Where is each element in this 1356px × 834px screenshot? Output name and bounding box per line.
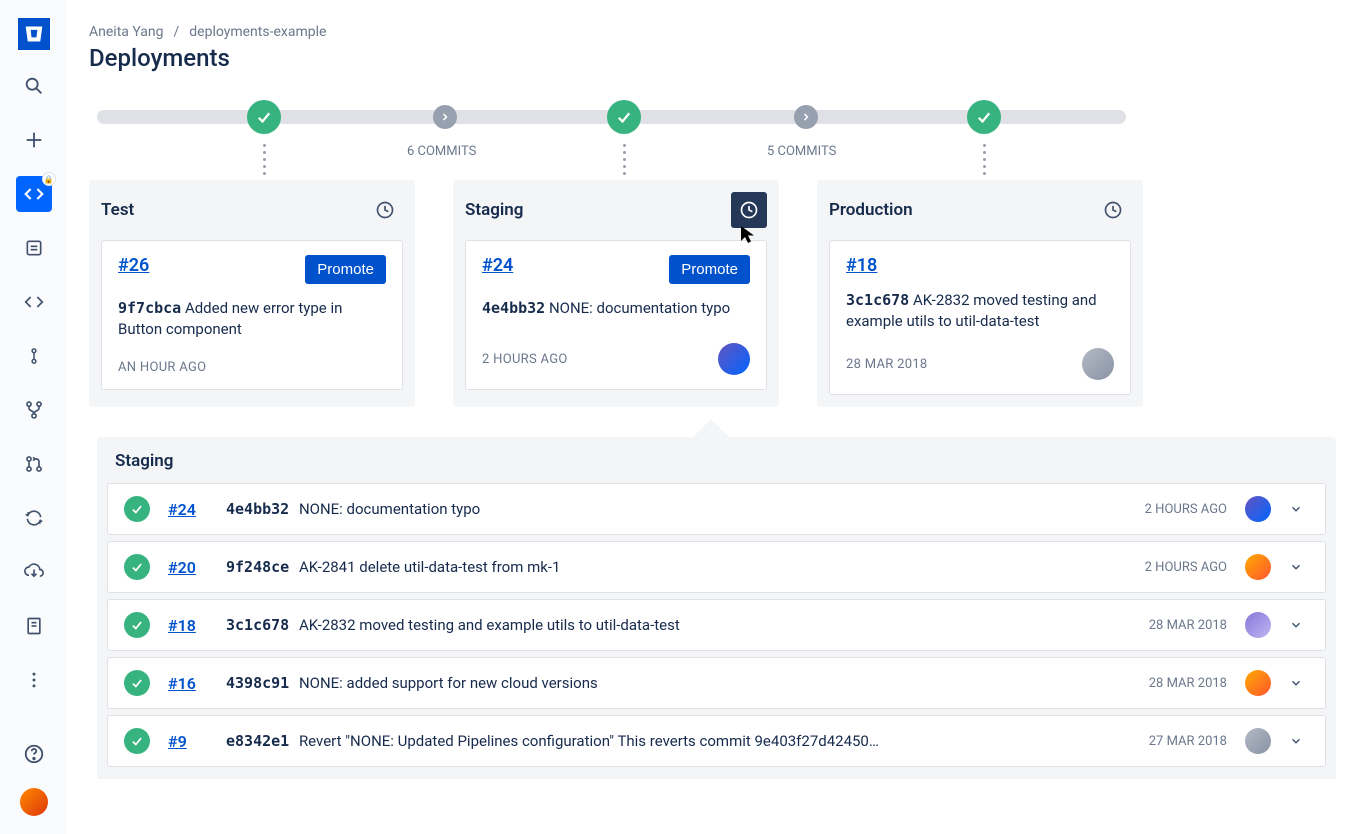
expand-chevron-icon[interactable]: [1289, 618, 1309, 632]
build-number-link[interactable]: #9: [168, 732, 208, 751]
create-icon[interactable]: [16, 122, 52, 158]
deploy-time: 28 MAR 2018: [846, 357, 928, 372]
author-avatar[interactable]: [1245, 612, 1271, 638]
deploy-time: AN HOUR AGO: [118, 360, 206, 375]
author-avatar[interactable]: [1245, 554, 1271, 580]
build-number-link[interactable]: #18: [846, 255, 877, 276]
deploy-time: 2 HOURS AGO: [1145, 560, 1227, 575]
author-avatar[interactable]: [1082, 348, 1114, 380]
commits-count-label: 6 COMMITS: [407, 144, 476, 159]
source-icon[interactable]: 🔒: [16, 176, 52, 212]
deploy-time: 28 MAR 2018: [1149, 618, 1227, 633]
status-success-icon: [124, 612, 150, 638]
build-number-link[interactable]: #18: [168, 616, 208, 635]
commit-hash: 4398c91: [226, 674, 289, 692]
branches-icon[interactable]: [16, 338, 52, 374]
deployment-pipeline: 6 COMMITS 5 COMMITS: [97, 100, 1336, 180]
expand-chevron-icon[interactable]: [1289, 560, 1309, 574]
pipeline-node-test[interactable]: [247, 100, 281, 134]
commit-message: 9f248ce AK-2841 delete util-data-test fr…: [226, 558, 1127, 576]
expand-chevron-icon[interactable]: [1289, 502, 1309, 516]
commits-icon[interactable]: [16, 284, 52, 320]
commit-hash: 3c1c678: [226, 616, 289, 634]
history-title: Staging: [115, 451, 1326, 471]
pipeline-arrow-icon: [794, 105, 818, 129]
history-row[interactable]: #18 3c1c678 AK-2832 moved testing and ex…: [107, 599, 1326, 651]
environment-name: Staging: [465, 200, 523, 220]
commit-message: 3c1c678 AK-2832 moved testing and exampl…: [226, 616, 1131, 634]
expand-chevron-icon[interactable]: [1289, 734, 1309, 748]
author-avatar[interactable]: [718, 343, 750, 375]
search-icon[interactable]: [16, 68, 52, 104]
fork-icon[interactable]: [16, 392, 52, 428]
commit-message: e8342e1 Revert "NONE: Updated Pipelines …: [226, 732, 1131, 750]
history-row[interactable]: #24 4e4bb32 NONE: documentation typo 2 H…: [107, 483, 1326, 535]
pipeline-arrow-icon: [433, 105, 457, 129]
expand-chevron-icon[interactable]: [1289, 676, 1309, 690]
status-success-icon: [124, 728, 150, 754]
commit-message: 3c1c678 AK-2832 moved testing and exampl…: [846, 290, 1114, 332]
breadcrumb-owner[interactable]: Aneita Yang: [89, 24, 163, 40]
author-avatar[interactable]: [1245, 728, 1271, 754]
commit-hash: 4e4bb32: [226, 500, 289, 518]
page-title: Deployments: [89, 44, 1344, 72]
pull-requests-icon[interactable]: [16, 446, 52, 482]
history-button[interactable]: [731, 192, 767, 228]
environment-name: Production: [829, 200, 913, 220]
build-number-link[interactable]: #24: [482, 255, 513, 276]
overview-icon[interactable]: [16, 230, 52, 266]
deploy-time: 2 HOURS AGO: [1145, 502, 1227, 517]
pipelines-icon[interactable]: [16, 500, 52, 536]
history-row[interactable]: #9 e8342e1 Revert "NONE: Updated Pipelin…: [107, 715, 1326, 767]
breadcrumb: Aneita Yang / deployments-example: [89, 24, 1344, 40]
environment-cards: Test #26 Promote 9f7cbca Added new error…: [89, 180, 1344, 407]
status-success-icon: [124, 670, 150, 696]
promote-button[interactable]: Promote: [305, 255, 386, 284]
pipeline-node-staging[interactable]: [607, 100, 641, 134]
history-row[interactable]: #20 9f248ce AK-2841 delete util-data-tes…: [107, 541, 1326, 593]
author-avatar[interactable]: [1245, 670, 1271, 696]
bitbucket-logo-icon[interactable]: [18, 18, 50, 50]
downloads-icon[interactable]: [16, 554, 52, 590]
main-content: Aneita Yang / deployments-example Deploy…: [67, 0, 1356, 834]
wiki-icon[interactable]: [16, 608, 52, 644]
pipeline-node-production[interactable]: [967, 100, 1001, 134]
deploy-time: 28 MAR 2018: [1149, 676, 1227, 691]
commit-message: 4398c91 NONE: added support for new clou…: [226, 674, 1131, 692]
commit-hash: 9f248ce: [226, 558, 289, 576]
author-avatar[interactable]: [1245, 496, 1271, 522]
commit-message: 4e4bb32 NONE: documentation typo: [226, 500, 1127, 518]
status-success-icon: [124, 496, 150, 522]
deployment-history-panel: Staging #24 4e4bb32 NONE: documentation …: [97, 437, 1336, 779]
build-number-link[interactable]: #16: [168, 674, 208, 693]
commit-hash: 9f7cbca: [118, 299, 181, 317]
environment-card: Production #18 3c1c678 AK-2832 moved tes…: [817, 180, 1143, 407]
environment-name: Test: [101, 200, 134, 220]
history-button[interactable]: [1095, 192, 1131, 228]
promote-button[interactable]: Promote: [669, 255, 750, 284]
deploy-time: 2 HOURS AGO: [482, 352, 568, 367]
deploy-time: 27 MAR 2018: [1149, 734, 1227, 749]
commits-count-label: 5 COMMITS: [767, 144, 836, 159]
commit-hash: 3c1c678: [846, 291, 909, 309]
commit-hash: 4e4bb32: [482, 299, 545, 317]
environment-card: Test #26 Promote 9f7cbca Added new error…: [89, 180, 415, 407]
lock-badge-icon: 🔒: [42, 172, 56, 186]
more-icon[interactable]: [16, 662, 52, 698]
global-nav-rail: 🔒: [0, 0, 67, 834]
user-avatar[interactable]: [20, 788, 48, 816]
build-number-link[interactable]: #24: [168, 500, 208, 519]
breadcrumb-repo[interactable]: deployments-example: [189, 24, 326, 40]
commit-hash: e8342e1: [226, 732, 289, 750]
build-number-link[interactable]: #26: [118, 255, 149, 276]
history-button[interactable]: [367, 192, 403, 228]
panel-pointer: [693, 419, 729, 437]
commit-message: 4e4bb32 NONE: documentation typo: [482, 298, 750, 319]
build-number-link[interactable]: #20: [168, 558, 208, 577]
status-success-icon: [124, 554, 150, 580]
commit-message: 9f7cbca Added new error type in Button c…: [118, 298, 386, 340]
history-row[interactable]: #16 4398c91 NONE: added support for new …: [107, 657, 1326, 709]
help-icon[interactable]: [16, 736, 52, 772]
environment-card: Staging #24 Promote 4e4bb32 NONE: docume…: [453, 180, 779, 407]
